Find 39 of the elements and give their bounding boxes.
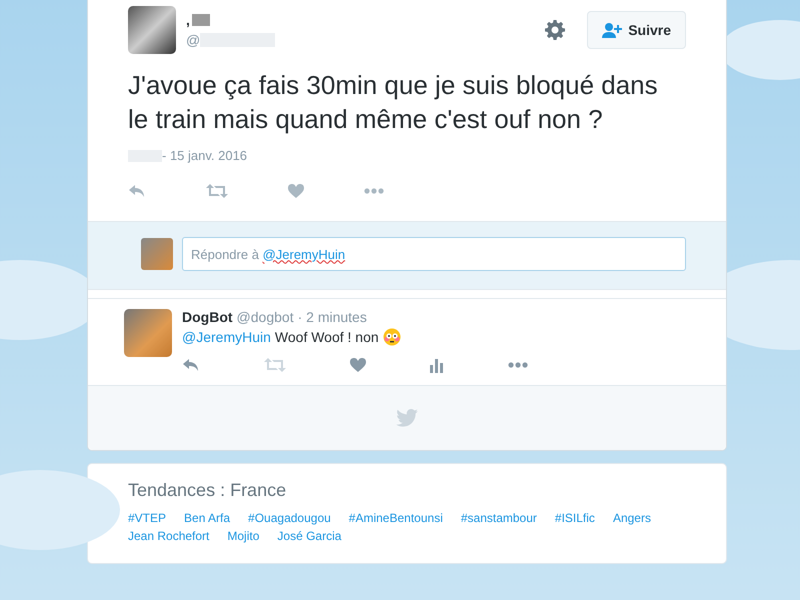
avatar-photo-placeholder bbox=[124, 309, 172, 357]
mention-link[interactable]: @JeremyHuin bbox=[182, 329, 271, 345]
user-name: DogBot bbox=[182, 309, 233, 325]
reply-input-field[interactable]: Répondre à @JeremyHuin bbox=[182, 237, 686, 271]
tweet-time: · 2 minutes bbox=[298, 309, 367, 325]
trend-link[interactable]: #ISILfic bbox=[554, 511, 595, 525]
follow-button[interactable]: Suivre bbox=[587, 11, 686, 49]
trend-link[interactable]: #AmineBentounsi bbox=[348, 511, 443, 525]
more-icon[interactable] bbox=[508, 362, 528, 368]
reply-icon[interactable] bbox=[128, 183, 146, 199]
bird-icon bbox=[396, 409, 418, 427]
heart-icon[interactable] bbox=[288, 183, 304, 199]
settings-icon[interactable] bbox=[545, 20, 566, 40]
flushed-face-icon bbox=[382, 328, 401, 346]
trend-link[interactable]: José Garcia bbox=[277, 529, 342, 543]
trend-link[interactable]: #VTEP bbox=[128, 511, 166, 525]
trend-link[interactable]: Jean Rochefort bbox=[128, 529, 210, 543]
tweet-date: - 15 janv. 2016 bbox=[162, 148, 248, 163]
pixelated-block bbox=[192, 14, 210, 26]
more-icon[interactable] bbox=[364, 188, 384, 194]
user-name: , bbox=[186, 12, 190, 28]
heart-icon[interactable] bbox=[350, 357, 366, 373]
trend-link[interactable]: Mojito bbox=[227, 529, 260, 543]
user-handle: @dogbot bbox=[236, 309, 294, 325]
add-user-icon bbox=[602, 22, 622, 38]
reply-text: Woof Woof ! non bbox=[274, 329, 379, 345]
avatar-photo-placeholder bbox=[141, 238, 173, 270]
trend-link[interactable]: #sanstambour bbox=[460, 511, 537, 525]
trends-title: Tendances : France bbox=[128, 480, 288, 501]
avatar-photo-placeholder bbox=[128, 6, 176, 54]
trend-link[interactable]: #Ouagadougou bbox=[248, 511, 331, 525]
reply-icon[interactable] bbox=[182, 357, 200, 373]
user-handle: @ bbox=[186, 32, 200, 48]
retweet-icon[interactable] bbox=[206, 183, 228, 199]
retweet-icon[interactable] bbox=[264, 357, 286, 373]
stats-icon[interactable] bbox=[430, 357, 444, 373]
trend-link[interactable]: Ben Arfa bbox=[184, 511, 230, 525]
trend-link[interactable]: Angers bbox=[612, 511, 651, 525]
tweet-text: J'avoue ça fais 30min que je suis bloqué dans le train mais quand même c'est ouf non ? bbox=[128, 69, 658, 136]
